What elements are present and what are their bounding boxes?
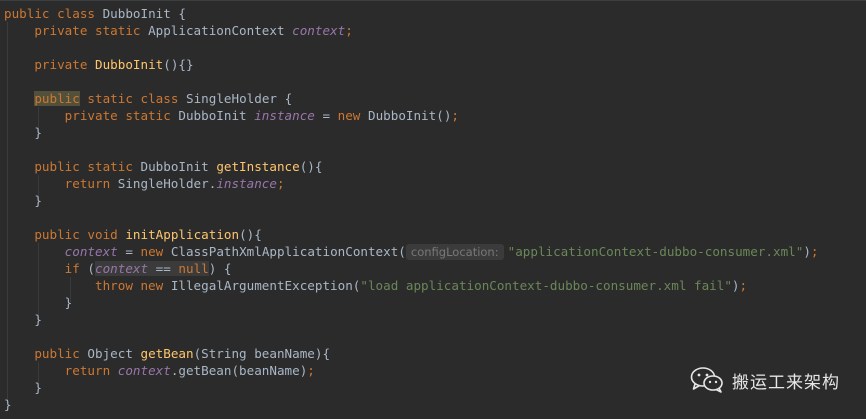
code-editor[interactable]: public class DubboInit { private static …	[0, 0, 866, 419]
code-token: null	[178, 261, 209, 276]
code-line[interactable]: }	[4, 124, 42, 141]
wechat-icon	[690, 367, 723, 393]
code-token: ==	[148, 261, 179, 276]
code-line[interactable]: context = new ClassPathXmlApplicationCon…	[4, 243, 819, 260]
code-token: ;	[451, 108, 459, 123]
code-token: DubboInit	[102, 6, 179, 21]
code-token: =	[117, 244, 141, 259]
code-line[interactable]: private static ApplicationContext contex…	[4, 22, 353, 39]
code-token: }	[4, 312, 42, 327]
code-token: ClassPathXmlApplicationContext(	[170, 244, 406, 259]
code-line[interactable]: private DubboInit(){}	[4, 56, 194, 73]
code-token: private	[4, 57, 95, 72]
code-token: public static	[4, 159, 141, 174]
code-token: "applicationContext-dubbo-consumer.xml"	[507, 244, 804, 259]
code-token: ;	[345, 23, 353, 38]
code-token: (String beanName){	[193, 346, 331, 361]
code-token: instance	[216, 176, 277, 191]
code-token: DubboInit	[140, 159, 217, 174]
code-token: context	[95, 261, 149, 276]
code-token: ;	[810, 244, 819, 259]
code-line[interactable]: return context.getBean(beanName);	[4, 362, 315, 379]
code-token: "load applicationContext-dubbo-consumer.…	[360, 278, 732, 293]
code-token: ;	[276, 176, 285, 191]
code-token: {	[178, 6, 186, 21]
code-token: context	[292, 23, 346, 38]
code-line[interactable]: private static DubboInit instance = new …	[4, 107, 459, 124]
code-token: initApplication	[125, 227, 240, 242]
code-token: new	[337, 108, 368, 123]
watermark: 搬运工来架构	[690, 362, 840, 398]
code-token: ;	[739, 278, 748, 293]
code-token: DubboInit	[95, 57, 164, 72]
code-token: SingleHolder	[186, 91, 285, 106]
code-token: ;	[307, 363, 315, 378]
code-token: new	[140, 244, 171, 259]
code-line[interactable]: }	[4, 294, 73, 311]
code-token: }	[4, 193, 42, 208]
code-token: getInstance	[216, 159, 300, 174]
code-line[interactable]: }	[4, 396, 12, 413]
code-line[interactable]: if (context == null) {	[4, 260, 232, 277]
code-token: }	[4, 380, 42, 395]
code-line[interactable]: throw new IllegalArgumentException("load…	[4, 277, 747, 294]
code-token: DubboInit	[367, 108, 437, 123]
parameter-hint: configLocation:	[405, 244, 504, 260]
code-line[interactable]: return SingleHolder.instance;	[4, 175, 285, 192]
code-token: static class	[79, 91, 186, 106]
code-line[interactable]: }	[4, 311, 42, 328]
code-token: (){	[299, 159, 323, 174]
code-token: )	[803, 244, 811, 259]
code-line[interactable]: }	[4, 192, 42, 209]
code-token: ()	[436, 108, 452, 123]
code-token: (){	[239, 227, 262, 242]
code-token: private static	[4, 23, 149, 38]
code-token: public	[34, 91, 80, 106]
code-token: .getBean(beanName)	[170, 363, 308, 378]
code-token: ApplicationContext	[148, 23, 293, 38]
code-line[interactable]: public class DubboInit {	[4, 5, 186, 22]
code-token: (){}	[163, 57, 194, 72]
code-token: }	[4, 125, 42, 140]
code-line[interactable]: public static class SingleHolder {	[4, 90, 292, 107]
code-token: return	[4, 176, 118, 191]
code-token: {	[284, 91, 293, 106]
code-token: context	[64, 244, 118, 259]
code-token: context	[117, 363, 171, 378]
code-token: }	[4, 397, 12, 412]
code-token: SingleHolder.	[117, 176, 217, 191]
watermark-text: 搬运工来架构	[732, 372, 840, 393]
code-token: public class	[4, 6, 103, 21]
code-line[interactable]: public static DubboInit getInstance(){	[4, 158, 322, 175]
code-token: private static	[4, 108, 179, 123]
code-token: public	[4, 346, 88, 361]
code-token: if	[4, 261, 88, 276]
code-line[interactable]: public Object getBean(String beanName){	[4, 345, 330, 362]
code-token: getBean	[140, 346, 194, 361]
code-token: Object	[87, 346, 141, 361]
code-token: )	[731, 278, 740, 293]
code-token: public void	[4, 227, 126, 242]
code-token: =	[314, 108, 338, 123]
code-token: DubboInit	[178, 108, 255, 123]
code-token: return	[4, 363, 118, 378]
code-token: instance	[254, 108, 315, 123]
code-token: throw new	[4, 278, 171, 293]
code-token: }	[4, 295, 73, 310]
code-token: (	[87, 261, 95, 276]
code-line[interactable]: }	[4, 379, 42, 396]
code-token: ) {	[208, 261, 232, 276]
code-token: IllegalArgumentException(	[170, 278, 361, 293]
code-line[interactable]: public void initApplication(){	[4, 226, 262, 243]
